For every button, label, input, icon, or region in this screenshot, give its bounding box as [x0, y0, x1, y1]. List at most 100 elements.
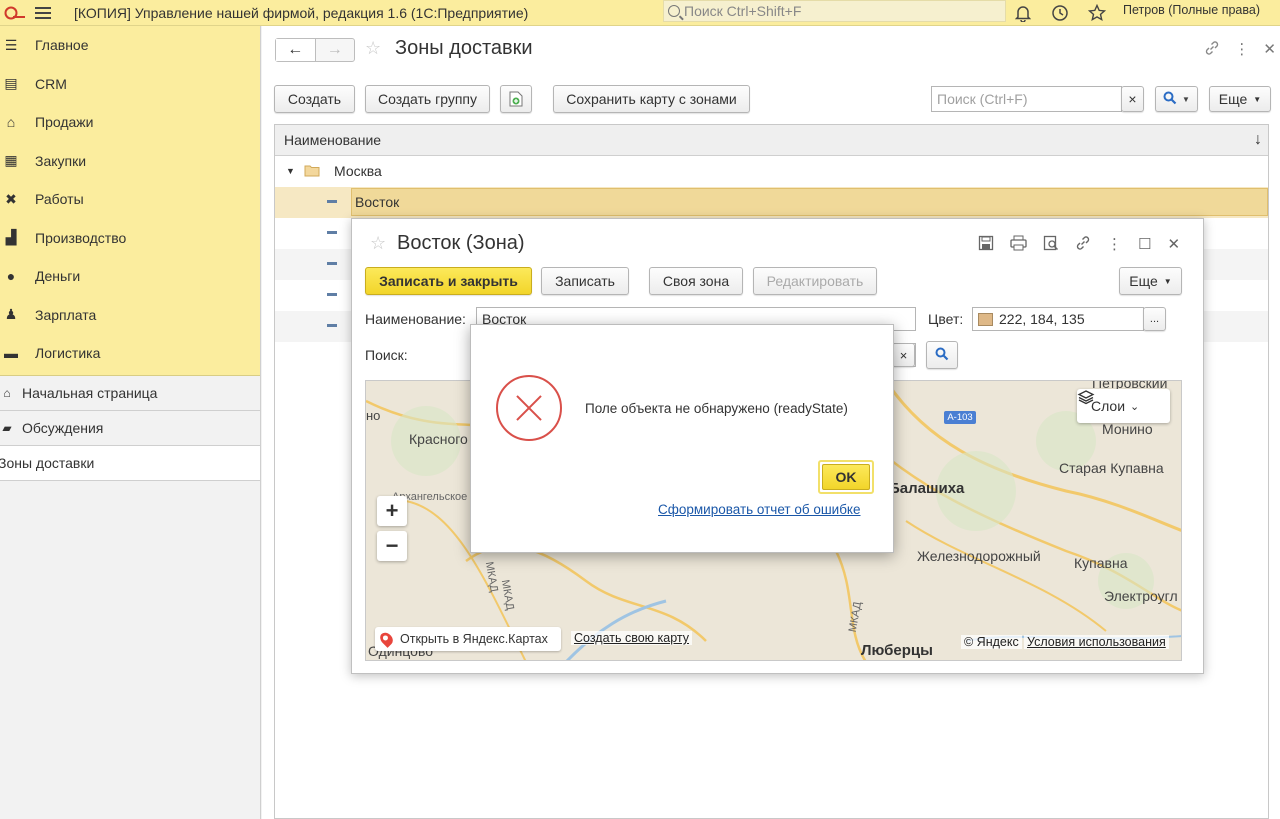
section-label: Закупки: [35, 152, 87, 169]
nav-discussions[interactable]: ▰ Обсуждения: [0, 411, 260, 446]
add-document-icon[interactable]: [500, 85, 532, 113]
section-salary[interactable]: ♟ Зарплата: [0, 296, 260, 335]
section-purchases[interactable]: ▦ Закупки: [0, 142, 260, 181]
save-disk-icon[interactable]: [978, 235, 994, 255]
search-label: Поиск:: [365, 347, 408, 363]
section-label: CRM: [35, 75, 67, 92]
section-label: Зарплата: [35, 306, 97, 323]
top-bar: [КОПИЯ] Управление нашей фирмой, редакци…: [0, 0, 1280, 26]
factory-icon: ▟: [5, 229, 17, 246]
item-icon: [327, 200, 337, 203]
nav-home-page[interactable]: ⌂ Начальная страница: [0, 376, 260, 411]
form-more-button[interactable]: Еще ▼: [1119, 267, 1182, 295]
error-dialog: Поле объекта не обнаружено (readyState) …: [470, 324, 894, 553]
map-label: Железнодорожный: [917, 548, 1041, 564]
link-icon[interactable]: [1075, 235, 1091, 255]
close-icon[interactable]: ✕: [1263, 40, 1276, 60]
forward-arrow-icon[interactable]: →: [316, 39, 355, 61]
section-crm[interactable]: ▤ CRM: [0, 65, 260, 104]
crm-icon: ▤: [4, 75, 18, 92]
history-icon[interactable]: [1049, 2, 1071, 24]
global-search-input[interactable]: Поиск Ctrl+Shift+F: [663, 0, 1006, 22]
favorite-star-icon[interactable]: ☆: [365, 38, 381, 59]
coin-icon: ●: [6, 268, 16, 285]
favorites-star-icon[interactable]: [1086, 2, 1108, 24]
nav-label: Зоны доставки: [0, 455, 95, 471]
terms-link[interactable]: Условия использования: [1024, 635, 1169, 649]
history-nav: ← →: [275, 38, 355, 62]
edit-button[interactable]: Редактировать: [753, 267, 877, 295]
map-pin-icon: [377, 630, 396, 648]
search-options-button[interactable]: ▼: [1155, 86, 1198, 112]
link-icon[interactable]: [1204, 40, 1220, 60]
color-label: Цвет:: [928, 311, 964, 327]
bell-icon[interactable]: [1012, 2, 1034, 24]
more-vertical-icon[interactable]: ⋮: [1234, 40, 1249, 60]
chevron-down-icon: ⌄: [1130, 400, 1140, 413]
section-production[interactable]: ▟ Производство: [0, 219, 260, 258]
map-search-button[interactable]: [926, 341, 958, 369]
save-and-close-button[interactable]: Записать и закрыть: [365, 267, 532, 295]
section-sales[interactable]: ⌂ Продажи: [0, 103, 260, 142]
sort-arrow-icon[interactable]: ↓: [1254, 131, 1262, 149]
1c-logo[interactable]: [0, 0, 28, 26]
open-yandex-maps-button[interactable]: Открыть в Яндекс.Картах: [375, 627, 561, 651]
current-user[interactable]: Петров (Полные права): [1123, 3, 1260, 17]
list-more-label: Еще: [1218, 91, 1248, 107]
chevron-down-icon: ▼: [1182, 94, 1190, 104]
folder-icon: [304, 164, 320, 180]
name-label: Наименование:: [365, 311, 466, 327]
nav-delivery-zones[interactable]: Зоны доставки: [0, 446, 260, 481]
map-layers-button[interactable]: Слои ⌄: [1077, 389, 1170, 423]
list-search-clear-button[interactable]: ×: [1121, 86, 1144, 112]
error-report-link[interactable]: Сформировать отчет об ошибке: [658, 502, 861, 517]
people-icon: ♟: [4, 306, 18, 323]
section-main[interactable]: ☰ Главное: [0, 26, 260, 65]
more-vertical-icon[interactable]: ⋮: [1107, 235, 1122, 255]
map-search-clear-button[interactable]: ×: [892, 343, 915, 367]
section-money[interactable]: ● Деньги: [0, 257, 260, 296]
item-icon: [327, 262, 337, 265]
list-search-placeholder: Поиск (Ctrl+F): [937, 91, 1028, 107]
column-name[interactable]: Наименование: [284, 132, 381, 148]
section-works[interactable]: ✖ Работы: [0, 180, 260, 219]
favorite-star-icon[interactable]: ☆: [370, 233, 386, 254]
section-logistics[interactable]: ▬ Логистика: [0, 334, 260, 373]
list-more-button[interactable]: Еще ▼: [1209, 86, 1271, 112]
section-label: Производство: [35, 229, 127, 246]
list-search-input[interactable]: Поиск (Ctrl+F): [931, 86, 1122, 112]
list-group-row[interactable]: ▼ Москва: [275, 156, 1268, 187]
section-label: Работы: [35, 191, 84, 208]
expand-triangle-icon[interactable]: ▼: [286, 166, 295, 176]
zoom-out-button[interactable]: −: [377, 531, 407, 561]
color-swatch: [978, 312, 993, 326]
color-input[interactable]: 222, 184, 135: [972, 307, 1144, 331]
error-message: Поле объекта не обнаружено (readyState): [585, 401, 848, 416]
sidebar: ☰ Главное ▤ CRM ⌂ Продажи ▦ Закупки ✖ Ра…: [0, 26, 261, 819]
page-title: Зоны доставки: [395, 37, 533, 59]
ok-button[interactable]: OK: [818, 460, 874, 494]
create-map-link[interactable]: Создать свою карту: [571, 631, 693, 645]
group-label: Москва: [334, 163, 382, 179]
map-label: Люберцы: [861, 642, 933, 659]
list-row-selected[interactable]: Восток: [275, 187, 1268, 218]
maximize-icon[interactable]: ☐: [1138, 235, 1151, 255]
create-group-button[interactable]: Создать группу: [365, 85, 490, 113]
main-menu-icon[interactable]: [28, 0, 58, 26]
zoom-in-button[interactable]: +: [377, 496, 407, 526]
own-zone-button[interactable]: Своя зона: [649, 267, 743, 295]
preview-icon[interactable]: [1043, 235, 1059, 255]
back-arrow-icon[interactable]: ←: [276, 39, 316, 61]
save-button[interactable]: Записать: [541, 267, 629, 295]
print-icon[interactable]: [1010, 235, 1027, 255]
search-icon: [1163, 91, 1177, 108]
color-choose-button[interactable]: ...: [1143, 307, 1166, 331]
list-header[interactable]: Наименование ↓: [275, 125, 1268, 156]
create-button[interactable]: Создать: [274, 85, 355, 113]
close-icon[interactable]: ✕: [1167, 235, 1180, 255]
item-icon: [327, 293, 337, 296]
ok-label: OK: [822, 464, 870, 490]
save-map-button[interactable]: Сохранить карту с зонами: [553, 85, 750, 113]
form-more-label: Еще: [1129, 273, 1158, 289]
item-icon: [327, 231, 337, 234]
